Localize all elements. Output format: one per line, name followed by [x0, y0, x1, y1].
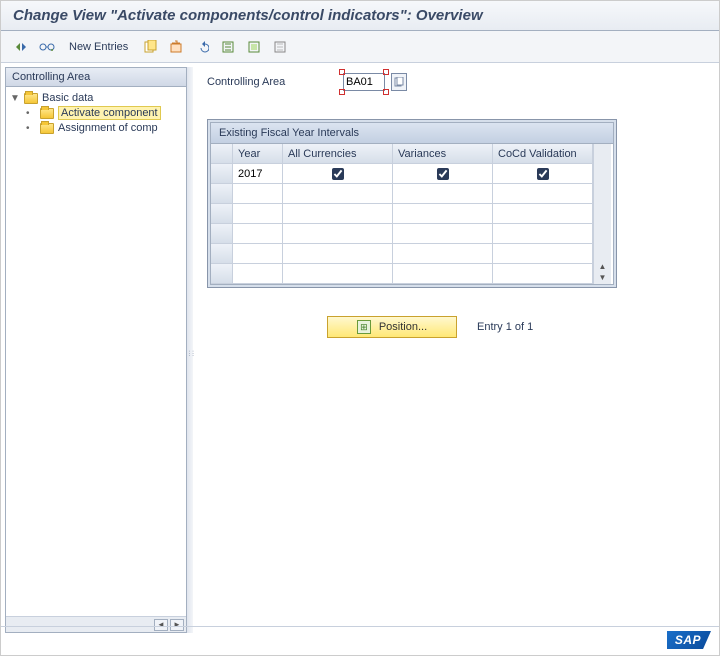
row-selector[interactable]: [211, 204, 233, 224]
empty-cell[interactable]: [233, 224, 283, 244]
scroll-up-icon[interactable]: ▲: [599, 262, 607, 271]
tree-root-label: Basic data: [42, 92, 93, 104]
entry-count: Entry 1 of 1: [477, 321, 533, 333]
content-area: Controlling Area Existing Fiscal Year In…: [193, 63, 719, 633]
tree-item-label: Activate component: [58, 106, 161, 120]
status-separator: [1, 626, 719, 627]
cell-year[interactable]: 2017: [233, 164, 283, 184]
empty-cell[interactable]: [233, 204, 283, 224]
controlling-area-label: Controlling Area: [207, 76, 337, 88]
row-selector[interactable]: [211, 184, 233, 204]
page-title: Change View "Activate components/control…: [13, 7, 483, 24]
fiscal-year-table: Existing Fiscal Year Intervals Year All …: [207, 119, 617, 288]
table-title: Existing Fiscal Year Intervals: [210, 122, 614, 143]
row-selector[interactable]: [211, 264, 233, 284]
empty-cell[interactable]: [493, 184, 593, 204]
all-currencies-checkbox[interactable]: [332, 168, 344, 180]
empty-cell[interactable]: [283, 244, 393, 264]
row-selector[interactable]: [211, 244, 233, 264]
deselect-all-icon[interactable]: [270, 37, 290, 57]
toolbar: New Entries: [1, 31, 719, 63]
row-select-header[interactable]: [211, 144, 233, 164]
position-label: Position...: [379, 321, 427, 333]
controlling-area-input[interactable]: [343, 73, 385, 91]
tree-item-activate[interactable]: • Activate component: [6, 105, 186, 121]
toggle-icon[interactable]: [11, 37, 31, 57]
empty-cell[interactable]: [393, 264, 493, 284]
title-bar: Change View "Activate components/control…: [1, 1, 719, 31]
bullet-icon: •: [26, 108, 36, 119]
empty-cell[interactable]: [283, 224, 393, 244]
cell-variances: [393, 164, 493, 184]
tree-item-assignment[interactable]: • Assignment of comp: [6, 121, 186, 135]
undo-icon[interactable]: [192, 37, 212, 57]
sap-logo: SAP: [667, 631, 711, 649]
scroll-down-icon[interactable]: ▼: [599, 273, 607, 282]
col-year[interactable]: Year: [233, 144, 283, 164]
vscroll: ▲ ▼: [593, 144, 611, 284]
empty-cell[interactable]: [233, 184, 283, 204]
scroll-left-icon[interactable]: ◄: [154, 619, 168, 631]
col-all-currencies[interactable]: All Currencies: [283, 144, 393, 164]
empty-cell[interactable]: [493, 204, 593, 224]
scroll-right-icon[interactable]: ►: [170, 619, 184, 631]
cell-cocd-validation: [493, 164, 593, 184]
select-all-icon[interactable]: [218, 37, 238, 57]
col-variances[interactable]: Variances: [393, 144, 493, 164]
empty-cell[interactable]: [493, 224, 593, 244]
empty-cell[interactable]: [393, 204, 493, 224]
nav-panel: Controlling Area ▼ Basic data • Activate…: [5, 67, 187, 633]
value-help-icon[interactable]: [391, 73, 407, 91]
empty-cell[interactable]: [283, 264, 393, 284]
folder-icon: [40, 123, 54, 134]
position-row: ⊞ Position... Entry 1 of 1: [327, 316, 705, 338]
position-button[interactable]: ⊞ Position...: [327, 316, 457, 338]
nav-header: Controlling Area: [6, 68, 186, 87]
tree-root[interactable]: ▼ Basic data: [6, 91, 186, 105]
folder-icon: [24, 93, 38, 104]
cell-all-currencies: [283, 164, 393, 184]
position-icon: ⊞: [357, 320, 371, 334]
empty-cell[interactable]: [283, 204, 393, 224]
variances-checkbox[interactable]: [437, 168, 449, 180]
collapse-icon[interactable]: ▼: [10, 93, 20, 104]
folder-icon: [40, 108, 54, 119]
select-block-icon[interactable]: [244, 37, 264, 57]
empty-cell[interactable]: [393, 244, 493, 264]
nav-scrollbar: ◄ ►: [6, 616, 186, 632]
row-selector[interactable]: [211, 224, 233, 244]
empty-cell[interactable]: [493, 244, 593, 264]
col-cocd-validation[interactable]: CoCd Validation: [493, 144, 593, 164]
empty-cell[interactable]: [393, 184, 493, 204]
cocd-validation-checkbox[interactable]: [537, 168, 549, 180]
new-entries-button[interactable]: New Entries: [63, 41, 134, 53]
controlling-area-field-row: Controlling Area: [207, 73, 705, 91]
main-area: Controlling Area ▼ Basic data • Activate…: [1, 63, 719, 633]
bullet-icon: •: [26, 123, 36, 134]
tree-item-label: Assignment of comp: [58, 122, 158, 134]
empty-cell[interactable]: [233, 244, 283, 264]
copy-icon[interactable]: [140, 37, 160, 57]
empty-cell[interactable]: [233, 264, 283, 284]
nav-tree: ▼ Basic data • Activate component • Assi…: [6, 87, 186, 616]
table-grid: Year All Currencies Variances CoCd Valid…: [210, 143, 614, 285]
empty-cell[interactable]: [493, 264, 593, 284]
empty-cell[interactable]: [283, 184, 393, 204]
delete-icon[interactable]: [166, 37, 186, 57]
empty-cell[interactable]: [393, 224, 493, 244]
row-selector[interactable]: [211, 164, 233, 184]
glasses-icon[interactable]: [37, 37, 57, 57]
